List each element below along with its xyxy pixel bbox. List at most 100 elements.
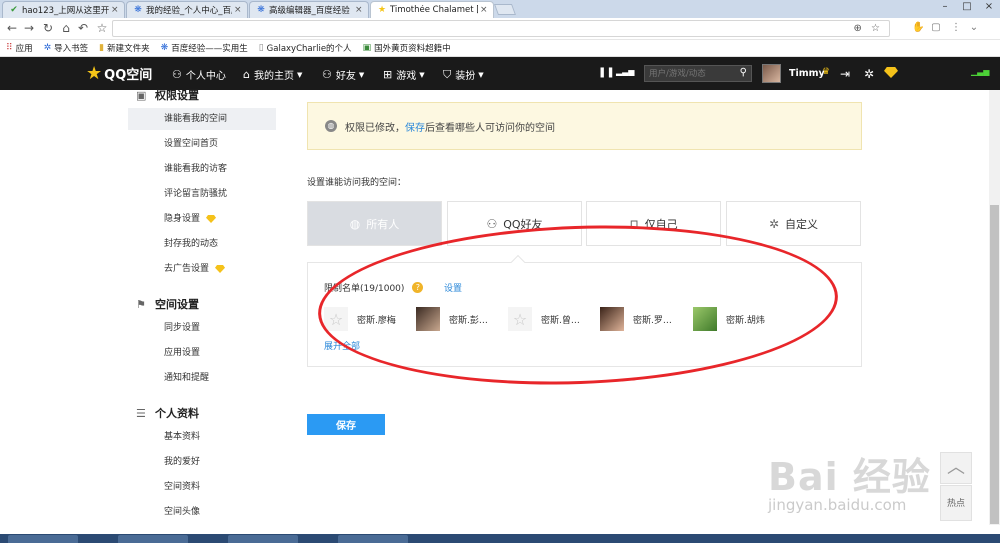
browser-tab-strip: ✔ hao123_上网从这里开始 × ❋ 我的经验_个人中心_百度 × ❋ 高级… [0, 0, 1000, 18]
save-button[interactable]: 保存 [307, 414, 385, 435]
sidebar-item-basic-info[interactable]: 基本资料 [128, 426, 276, 448]
new-tab-button[interactable] [493, 4, 517, 15]
browser-tab-active[interactable]: ★ Timothée Chalamet [htt × [370, 1, 494, 18]
lock-icon: ▣ [136, 88, 147, 102]
browser-tab-my-experience[interactable]: ❋ 我的经验_个人中心_百度 × [126, 1, 248, 18]
gamepad-icon: ⊞ [383, 68, 393, 81]
qzone-logo[interactable]: ★ QQ空间 [86, 63, 152, 84]
nav-my-homepage[interactable]: ⌂ 我的主页 ▼ [243, 67, 302, 82]
close-icon[interactable]: × [480, 5, 489, 15]
check-icon: ✔ [10, 5, 18, 15]
notice-save-link[interactable]: 保存 [405, 119, 425, 134]
extension-icon[interactable]: ▢ [930, 22, 942, 34]
forward-icon[interactable]: → [22, 21, 36, 35]
star-icon: ★ [86, 63, 103, 84]
page-scrollbar-thumb[interactable] [990, 205, 999, 524]
settings-gear-icon[interactable]: ✲ [864, 67, 874, 81]
option-everyone[interactable]: ◍ 所有人 [307, 201, 442, 246]
nav-games[interactable]: ⊞ 游戏 ▼ [383, 67, 425, 82]
vip-diamond-icon [215, 265, 226, 273]
nav-search-box: ⚲ [644, 65, 752, 82]
close-window-icon[interactable]: × [978, 0, 1000, 14]
reload-icon[interactable]: ↻ [41, 21, 55, 35]
taskbar-item[interactable] [338, 535, 408, 543]
nav-dressup[interactable]: ⛉ 装扮 ▼ [443, 67, 484, 83]
sidebar-item-apps[interactable]: 应用设置 [128, 342, 276, 364]
maximize-icon[interactable]: □ [956, 0, 978, 14]
username[interactable]: Timmy [789, 68, 825, 79]
menu-icon[interactable]: ⋮ [950, 22, 962, 34]
person-icon: ⚇ [172, 68, 182, 81]
bookmark-galaxycharlie[interactable]: ▯ GalaxyCharlie的个人 [259, 42, 352, 54]
paw-icon: ❋ [160, 43, 169, 53]
close-icon[interactable]: × [355, 5, 364, 15]
search-icon[interactable]: ⚲ [740, 67, 747, 78]
bookmark-import[interactable]: ✲ 导入书签 [44, 42, 89, 54]
sidebar-item-sync[interactable]: 同步设置 [128, 317, 276, 339]
browser-tab-hao123[interactable]: ✔ hao123_上网从这里开始 × [2, 1, 125, 18]
minimize-icon[interactable]: – [934, 0, 956, 14]
browser-toolbar: ← → ↻ ⌂ ↶ ☆ ⊕ ☆ ✋ ▢ ⋮ ⌄ [0, 18, 1000, 40]
vip-badge-icon[interactable]: ♛ [822, 67, 830, 77]
caret-down-icon: ▼ [358, 70, 365, 79]
permission-notice: ◍ 权限已修改， 保存 后查看哪些人可访问你的空间 [307, 102, 862, 150]
nav-search-input[interactable] [645, 66, 733, 81]
sidebar-item-space-info[interactable]: 空间资料 [128, 476, 276, 498]
sidebar-item-notifications[interactable]: 通知和提醒 [128, 367, 276, 389]
close-icon[interactable]: × [234, 5, 243, 15]
sidebar-item-hobbies[interactable]: 我的爱好 [128, 451, 276, 473]
nav-personal-center[interactable]: ⚇ 个人中心 [172, 67, 226, 82]
folder-icon: ▮ [99, 43, 105, 53]
sidebar-item-who-can-view[interactable]: 谁能看我的空间 [128, 108, 276, 130]
bookmark-yellowpages[interactable]: ▣ 国外黄页资料超籍中 [363, 42, 451, 54]
omnibox-actions: ⊕ ☆ [853, 23, 883, 34]
flag-icon: ⚑ [136, 297, 146, 311]
pause-icon[interactable]: ❚❚ [598, 67, 615, 78]
caret-down-icon: ▼ [296, 70, 303, 79]
tab-title: 我的经验_个人中心_百度 [146, 6, 232, 16]
sidebar-item-stealth[interactable]: 隐身设置 [128, 208, 276, 230]
chevron-down-icon[interactable]: ⌄ [968, 22, 980, 34]
undo-icon[interactable]: ↶ [76, 21, 90, 35]
sidebar-item-archive-feed[interactable]: 封存我的动态 [128, 233, 276, 255]
friends-icon: ⚇ [486, 216, 498, 231]
taskbar-item[interactable] [228, 535, 298, 543]
tab-title: hao123_上网从这里开始 [22, 6, 109, 16]
tab-title: Timothée Chalamet [htt [390, 5, 478, 15]
page-icon: ▯ [258, 43, 264, 53]
home-icon[interactable]: ⌂ [59, 21, 73, 35]
tab-title: 高级编辑器_百度经验 [269, 6, 350, 16]
nav-friends[interactable]: ⚇ 好友 ▼ [322, 67, 364, 82]
extension-icon[interactable]: ✋ [912, 22, 924, 34]
sidebar-item-visitors[interactable]: 谁能看我的访客 [128, 158, 276, 180]
user-avatar[interactable] [762, 64, 781, 83]
section-permissions: ▣ 权限设置 [136, 88, 199, 103]
sidebar-item-remove-ads[interactable]: 去广告设置 [128, 258, 276, 280]
sidebar-item-anti-harassment[interactable]: 评论留言防骚扰 [128, 183, 276, 205]
sidebar-item-avatar[interactable]: 空间头像 [128, 501, 276, 523]
taskbar-item[interactable] [118, 535, 188, 543]
vip-diamond-icon [206, 215, 217, 223]
bookmark-apps[interactable]: ⠿ 应用 [6, 42, 33, 54]
back-to-top-button[interactable]: ︿ [940, 452, 972, 484]
visibility-title: 设置谁能访问我的空间： [307, 178, 407, 188]
bookmark-baidu-jingyan[interactable]: ❋ 百度经验——实用生 [161, 42, 248, 54]
shirt-icon: ⛉ [443, 67, 452, 81]
sidebar-item-homepage[interactable]: 设置空间首页 [128, 133, 276, 155]
signal-icon[interactable]: ▂▃▅ [616, 67, 634, 76]
taskbar-item[interactable] [8, 535, 78, 543]
diamond-vip-icon[interactable] [884, 67, 898, 78]
caret-down-icon: ▼ [419, 70, 425, 79]
gear-icon: ✲ [768, 216, 780, 231]
back-icon[interactable]: ← [5, 21, 19, 35]
browser-tab-editor[interactable]: ❋ 高级编辑器_百度经验 × [249, 1, 369, 18]
hot-topics-button[interactable]: 热点 [940, 485, 972, 521]
close-icon[interactable]: × [111, 5, 120, 15]
qzone-top-nav: ★ QQ空间 ⚇ 个人中心 ⌂ 我的主页 ▼ ⚇ 好友 ▼ ⊞ 游戏 ▼ ⛉ 装扮 ▼ ❚❚ ▂▃… [0, 57, 1000, 90]
bookmark-star-icon[interactable]: ☆ [95, 21, 109, 35]
logout-icon[interactable]: ⇥ [840, 67, 850, 81]
address-bar[interactable]: ⊕ ☆ [112, 20, 890, 37]
section-space-settings: ⚑ 空间设置 [136, 297, 199, 312]
page-icon: ▣ [362, 43, 372, 53]
bookmark-new-folder[interactable]: ▮ 新建文件夹 [99, 42, 149, 54]
